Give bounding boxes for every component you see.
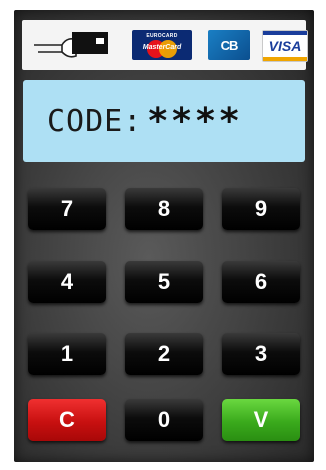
key-6[interactable]: 6: [222, 261, 300, 303]
masked-pin: ****: [148, 100, 244, 142]
pin-display: CODE: ****: [23, 80, 305, 162]
key-8[interactable]: 8: [125, 188, 203, 230]
payment-terminal: EUROCARD MasterCard CB VISA CODE: **** 7…: [14, 10, 314, 462]
clear-button[interactable]: C: [28, 399, 106, 441]
cb-logo: CB: [208, 30, 250, 60]
mastercard-text: MasterCard: [142, 43, 182, 51]
visa-text: VISA: [268, 38, 302, 54]
key-0[interactable]: 0: [125, 399, 203, 441]
validate-button[interactable]: V: [222, 399, 300, 441]
visa-logo: VISA: [262, 30, 308, 62]
mastercard-logo: EUROCARD MasterCard: [132, 30, 192, 60]
key-7[interactable]: 7: [28, 188, 106, 230]
code-label: CODE:: [47, 103, 143, 139]
cb-text: CB: [220, 37, 239, 53]
key-2[interactable]: 2: [125, 333, 203, 375]
key-3[interactable]: 3: [222, 333, 300, 375]
key-4[interactable]: 4: [28, 261, 106, 303]
key-5[interactable]: 5: [125, 261, 203, 303]
eurocard-text: EUROCARD: [146, 32, 178, 39]
key-1[interactable]: 1: [28, 333, 106, 375]
accepted-cards-bar: EUROCARD MasterCard CB VISA: [22, 20, 308, 70]
key-9[interactable]: 9: [222, 188, 300, 230]
card-insert-icon: [32, 28, 110, 62]
